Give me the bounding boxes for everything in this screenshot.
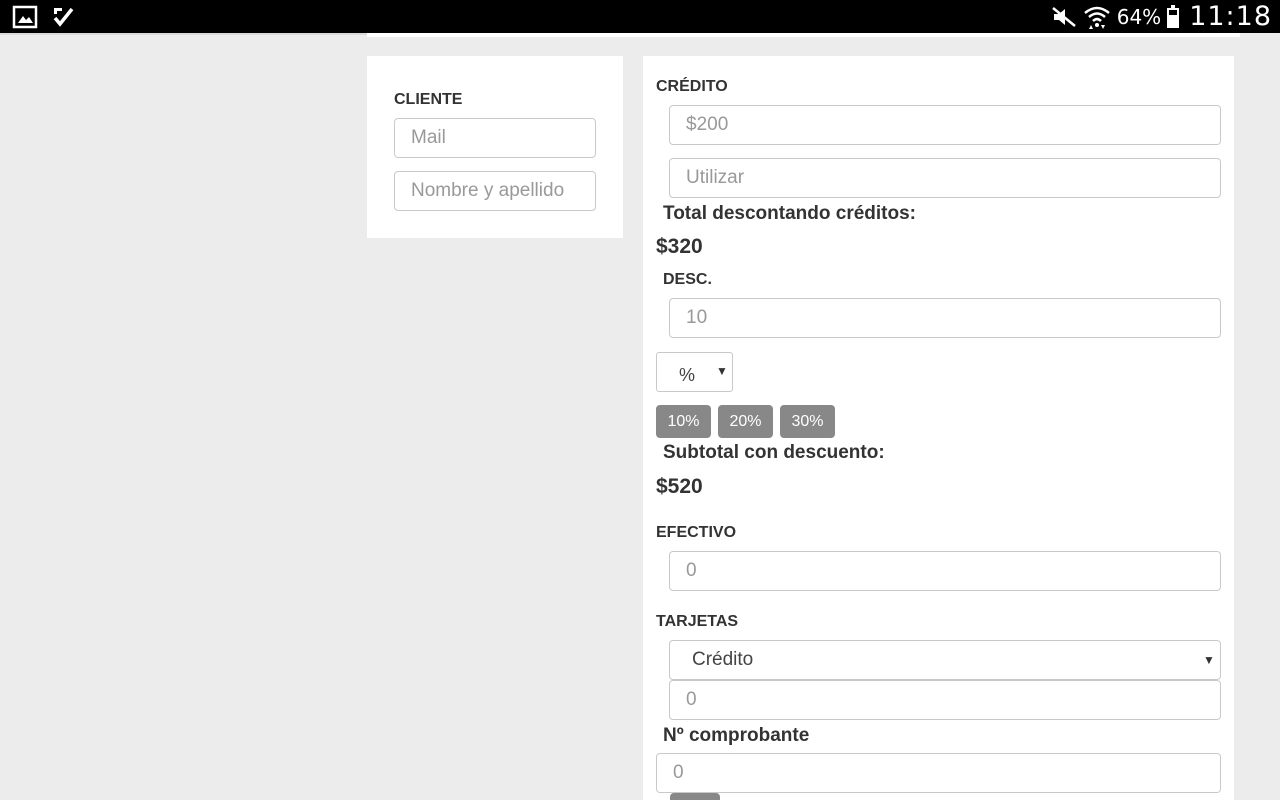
wifi-icon	[1083, 6, 1110, 29]
gallery-icon	[12, 5, 38, 29]
card-type-value: Crédito	[692, 649, 754, 670]
name-input[interactable]: Nombre y apellido	[394, 171, 596, 211]
card-amount-input[interactable]: 0	[669, 680, 1221, 720]
discount-type-value: %	[679, 365, 696, 385]
subtotal-value: $520	[656, 475, 703, 498]
credit-use-input[interactable]: Utilizar	[669, 158, 1221, 198]
credit-label: CRÉDITO	[656, 78, 728, 95]
submit-button[interactable]	[670, 793, 720, 800]
receipt-label: Nº comprobante	[663, 725, 810, 746]
status-bar: 64% 11:18	[0, 0, 1280, 33]
clock: 11:18	[1189, 1, 1272, 32]
chevron-down-icon: ▼	[1203, 653, 1215, 667]
credit-amount-input[interactable]: $200	[669, 105, 1221, 145]
total-credits-value: $320	[656, 235, 703, 258]
divider	[0, 33, 367, 35]
battery-icon	[1167, 4, 1180, 28]
discount-30-button[interactable]: 30%	[780, 405, 835, 438]
mute-icon	[1051, 6, 1076, 27]
total-credits-label: Total descontando créditos:	[663, 203, 917, 224]
mail-input[interactable]: Mail	[394, 118, 596, 158]
cash-input[interactable]: 0	[669, 551, 1221, 591]
divider	[367, 33, 1240, 37]
discount-10-button[interactable]: 10%	[656, 405, 711, 438]
discount-input[interactable]: 10	[669, 298, 1221, 338]
client-label: CLIENTE	[394, 91, 463, 108]
receipt-input[interactable]: 0	[656, 753, 1221, 793]
subtotal-label: Subtotal con descuento:	[663, 442, 885, 463]
discount-20-button[interactable]: 20%	[718, 405, 773, 438]
cash-label: EFECTIVO	[656, 524, 737, 541]
chevron-down-icon: ▼	[716, 364, 728, 378]
battery-percent: 64%	[1116, 4, 1162, 29]
cards-label: TARJETAS	[656, 613, 739, 630]
check-app-icon	[53, 7, 74, 27]
card-type-select[interactable]: Crédito	[669, 640, 1221, 680]
discount-label: DESC.	[663, 271, 712, 288]
